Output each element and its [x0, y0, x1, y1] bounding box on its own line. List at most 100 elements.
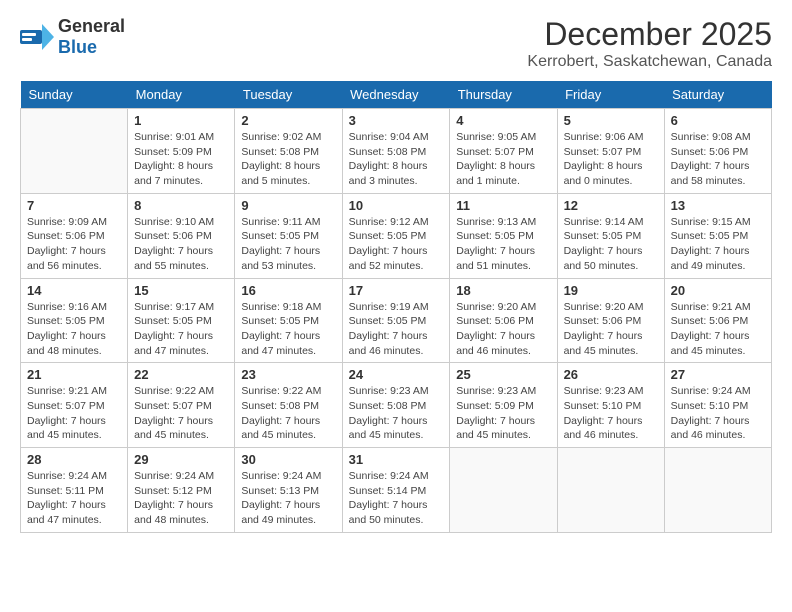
- calendar-cell: 17 Sunrise: 9:19 AMSunset: 5:05 PMDayligh…: [342, 278, 450, 363]
- day-info: Sunrise: 9:21 AMSunset: 5:07 PMDaylight:…: [27, 384, 121, 443]
- day-number: 18: [456, 283, 550, 298]
- calendar-cell: [557, 448, 664, 533]
- day-info: Sunrise: 9:11 AMSunset: 5:05 PMDaylight:…: [241, 215, 335, 274]
- day-info: Sunrise: 9:16 AMSunset: 5:05 PMDaylight:…: [27, 300, 121, 359]
- calendar-cell: 24 Sunrise: 9:23 AMSunset: 5:08 PMDayligh…: [342, 363, 450, 448]
- day-number: 23: [241, 367, 335, 382]
- day-number: 4: [456, 113, 550, 128]
- day-info: Sunrise: 9:23 AMSunset: 5:10 PMDaylight:…: [564, 384, 658, 443]
- day-number: 28: [27, 452, 121, 467]
- calendar-cell: 8 Sunrise: 9:10 AMSunset: 5:06 PMDaylight…: [128, 193, 235, 278]
- day-info: Sunrise: 9:17 AMSunset: 5:05 PMDaylight:…: [134, 300, 228, 359]
- calendar-cell: 4 Sunrise: 9:05 AMSunset: 5:07 PMDaylight…: [450, 109, 557, 194]
- calendar-cell: 11 Sunrise: 9:13 AMSunset: 5:05 PMDayligh…: [450, 193, 557, 278]
- calendar-cell: 22 Sunrise: 9:22 AMSunset: 5:07 PMDayligh…: [128, 363, 235, 448]
- calendar-cell: 27Sunrise: 9:24 AMSunset: 5:10 PMDayligh…: [664, 363, 771, 448]
- calendar-cell: [664, 448, 771, 533]
- calendar-cell: 6Sunrise: 9:08 AMSunset: 5:06 PMDaylight…: [664, 109, 771, 194]
- calendar-cell: 19Sunrise: 9:20 AMSunset: 5:06 PMDayligh…: [557, 278, 664, 363]
- day-info: Sunrise: 9:02 AMSunset: 5:08 PMDaylight:…: [241, 130, 335, 189]
- logo-icon: [20, 24, 54, 50]
- logo-general-text: General: [58, 16, 125, 36]
- week-row-3: 14 Sunrise: 9:16 AMSunset: 5:05 PMDayligh…: [21, 278, 772, 363]
- day-info: Sunrise: 9:20 AMSunset: 5:06 PMDaylight:…: [564, 300, 658, 359]
- day-number: 8: [134, 198, 228, 213]
- location-title: Kerrobert, Saskatchewan, Canada: [527, 53, 772, 71]
- day-info: Sunrise: 9:24 AMSunset: 5:13 PMDaylight:…: [241, 469, 335, 528]
- weekday-header-wednesday: Wednesday: [342, 81, 450, 109]
- day-info: Sunrise: 9:10 AMSunset: 5:06 PMDaylight:…: [134, 215, 228, 274]
- weekday-header-monday: Monday: [128, 81, 235, 109]
- title-area: December 2025 Kerrobert, Saskatchewan, C…: [527, 16, 772, 71]
- weekday-header-saturday: Saturday: [664, 81, 771, 109]
- calendar-cell: 31Sunrise: 9:24 AMSunset: 5:14 PMDayligh…: [342, 448, 450, 533]
- day-info: Sunrise: 9:13 AMSunset: 5:05 PMDaylight:…: [456, 215, 550, 274]
- week-row-5: 28 Sunrise: 9:24 AMSunset: 5:11 PMDayligh…: [21, 448, 772, 533]
- day-number: 6: [671, 113, 765, 128]
- week-row-1: 1Sunrise: 9:01 AMSunset: 5:09 PMDaylight…: [21, 109, 772, 194]
- calendar-cell: 25Sunrise: 9:23 AMSunset: 5:09 PMDayligh…: [450, 363, 557, 448]
- day-number: 11: [456, 198, 550, 213]
- day-info: Sunrise: 9:24 AMSunset: 5:14 PMDaylight:…: [349, 469, 444, 528]
- calendar-cell: 20Sunrise: 9:21 AMSunset: 5:06 PMDayligh…: [664, 278, 771, 363]
- week-row-4: 21 Sunrise: 9:21 AMSunset: 5:07 PMDayligh…: [21, 363, 772, 448]
- calendar-cell: 15 Sunrise: 9:17 AMSunset: 5:05 PMDayligh…: [128, 278, 235, 363]
- day-number: 10: [349, 198, 444, 213]
- calendar-cell: 29 Sunrise: 9:24 AMSunset: 5:12 PMDayligh…: [128, 448, 235, 533]
- weekday-header-friday: Friday: [557, 81, 664, 109]
- calendar-cell: 26 Sunrise: 9:23 AMSunset: 5:10 PMDayligh…: [557, 363, 664, 448]
- day-info: Sunrise: 9:05 AMSunset: 5:07 PMDaylight:…: [456, 130, 550, 189]
- calendar-cell: 23 Sunrise: 9:22 AMSunset: 5:08 PMDayligh…: [235, 363, 342, 448]
- day-number: 22: [134, 367, 228, 382]
- calendar-cell: 13 Sunrise: 9:15 AMSunset: 5:05 PMDayligh…: [664, 193, 771, 278]
- calendar-cell: 10 Sunrise: 9:12 AMSunset: 5:05 PMDayligh…: [342, 193, 450, 278]
- day-number: 7: [27, 198, 121, 213]
- day-info: Sunrise: 9:09 AMSunset: 5:06 PMDaylight:…: [27, 215, 121, 274]
- day-number: 13: [671, 198, 765, 213]
- day-number: 27: [671, 367, 765, 382]
- day-info: Sunrise: 9:22 AMSunset: 5:07 PMDaylight:…: [134, 384, 228, 443]
- day-info: Sunrise: 9:04 AMSunset: 5:08 PMDaylight:…: [349, 130, 444, 189]
- day-info: Sunrise: 9:12 AMSunset: 5:05 PMDaylight:…: [349, 215, 444, 274]
- calendar-cell: [450, 448, 557, 533]
- day-number: 25: [456, 367, 550, 382]
- weekday-header-thursday: Thursday: [450, 81, 557, 109]
- calendar-cell: 28 Sunrise: 9:24 AMSunset: 5:11 PMDayligh…: [21, 448, 128, 533]
- day-info: Sunrise: 9:15 AMSunset: 5:05 PMDaylight:…: [671, 215, 765, 274]
- day-number: 3: [349, 113, 444, 128]
- calendar-cell: 7 Sunrise: 9:09 AMSunset: 5:06 PMDaylight…: [21, 193, 128, 278]
- weekday-header-row: SundayMondayTuesdayWednesdayThursdayFrid…: [21, 81, 772, 109]
- day-number: 29: [134, 452, 228, 467]
- day-info: Sunrise: 9:24 AMSunset: 5:12 PMDaylight:…: [134, 469, 228, 528]
- weekday-header-sunday: Sunday: [21, 81, 128, 109]
- day-number: 21: [27, 367, 121, 382]
- calendar-cell: 3 Sunrise: 9:04 AMSunset: 5:08 PMDaylight…: [342, 109, 450, 194]
- day-number: 17: [349, 283, 444, 298]
- calendar-cell: 1Sunrise: 9:01 AMSunset: 5:09 PMDaylight…: [128, 109, 235, 194]
- day-info: Sunrise: 9:19 AMSunset: 5:05 PMDaylight:…: [349, 300, 444, 359]
- logo-blue-text: Blue: [58, 37, 97, 57]
- day-number: 1: [134, 113, 228, 128]
- calendar-cell: 5 Sunrise: 9:06 AMSunset: 5:07 PMDaylight…: [557, 109, 664, 194]
- day-number: 5: [564, 113, 658, 128]
- day-info: Sunrise: 9:24 AMSunset: 5:11 PMDaylight:…: [27, 469, 121, 528]
- day-number: 15: [134, 283, 228, 298]
- week-row-2: 7 Sunrise: 9:09 AMSunset: 5:06 PMDaylight…: [21, 193, 772, 278]
- day-info: Sunrise: 9:18 AMSunset: 5:05 PMDaylight:…: [241, 300, 335, 359]
- day-number: 16: [241, 283, 335, 298]
- day-info: Sunrise: 9:23 AMSunset: 5:08 PMDaylight:…: [349, 384, 444, 443]
- calendar-cell: 12Sunrise: 9:14 AMSunset: 5:05 PMDayligh…: [557, 193, 664, 278]
- day-number: 12: [564, 198, 658, 213]
- day-info: Sunrise: 9:22 AMSunset: 5:08 PMDaylight:…: [241, 384, 335, 443]
- day-number: 14: [27, 283, 121, 298]
- calendar-cell: [21, 109, 128, 194]
- weekday-header-tuesday: Tuesday: [235, 81, 342, 109]
- day-info: Sunrise: 9:06 AMSunset: 5:07 PMDaylight:…: [564, 130, 658, 189]
- calendar-table: SundayMondayTuesdayWednesdayThursdayFrid…: [20, 81, 772, 533]
- month-title: December 2025: [527, 16, 772, 53]
- day-number: 20: [671, 283, 765, 298]
- day-number: 24: [349, 367, 444, 382]
- day-number: 26: [564, 367, 658, 382]
- day-number: 30: [241, 452, 335, 467]
- logo: General Blue: [20, 16, 125, 58]
